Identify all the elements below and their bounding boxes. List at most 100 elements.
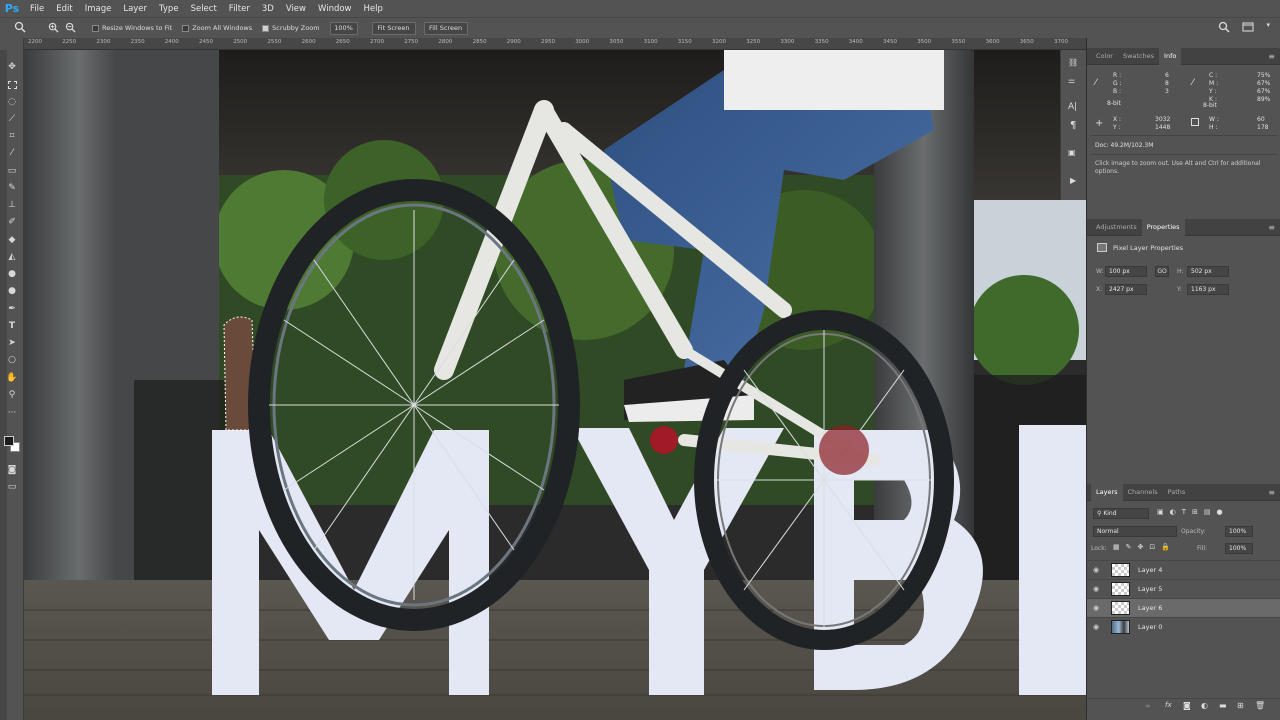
- healing-tool-icon[interactable]: ▭: [5, 164, 19, 178]
- more-tools-icon[interactable]: ···: [5, 406, 19, 420]
- quick-select-tool-icon[interactable]: ⟋: [5, 112, 19, 126]
- fill-screen-button[interactable]: Fill Screen: [423, 21, 468, 35]
- dodge-tool-icon[interactable]: ●: [5, 284, 19, 298]
- layer-row[interactable]: ◉ Layer 6: [1087, 598, 1280, 617]
- hand-tool-icon[interactable]: ✋: [5, 371, 19, 385]
- tab-properties[interactable]: Properties: [1141, 218, 1185, 236]
- menu-type[interactable]: Type: [153, 4, 185, 14]
- prop-height-field[interactable]: 502 px: [1187, 266, 1229, 277]
- menu-view[interactable]: View: [280, 4, 312, 14]
- eye-icon[interactable]: ◉: [1087, 623, 1105, 631]
- resize-windows-checkbox[interactable]: Resize Windows to Fit: [92, 24, 172, 32]
- group-icon[interactable]: ▬: [1219, 701, 1227, 710]
- fit-screen-button[interactable]: Fit Screen: [371, 21, 416, 35]
- tab-paths[interactable]: Paths: [1163, 484, 1191, 501]
- foreground-color-swatch[interactable]: [4, 436, 14, 446]
- eye-icon[interactable]: ◉: [1087, 604, 1105, 612]
- new-layer-icon[interactable]: ⊞: [1237, 701, 1244, 710]
- menu-help[interactable]: Help: [358, 4, 389, 14]
- zoom-in-icon[interactable]: [48, 22, 59, 35]
- crop-tool-icon[interactable]: ⌗: [5, 129, 19, 143]
- brush-tool-icon[interactable]: ✎: [5, 181, 19, 195]
- screen-mode-icon[interactable]: ▭: [5, 480, 19, 494]
- menu-layer[interactable]: Layer: [117, 4, 153, 14]
- prop-y-field[interactable]: 1163 px: [1187, 284, 1229, 295]
- character-icon[interactable]: A|: [1068, 102, 1077, 112]
- prop-y-label: Y:: [1177, 286, 1182, 293]
- layer-row[interactable]: ◉ Layer 4: [1087, 560, 1280, 579]
- menu-image[interactable]: Image: [79, 4, 118, 14]
- tab-info[interactable]: Info: [1159, 47, 1182, 65]
- layer-row[interactable]: ◉ Layer 5: [1087, 579, 1280, 598]
- lock-icons[interactable]: ▦✎✥⊡🔒: [1113, 543, 1176, 551]
- eyedropper-icon: ⁄: [1192, 78, 1194, 88]
- tab-adjustments[interactable]: Adjustments: [1091, 219, 1142, 236]
- paragraph-icon[interactable]: ¶: [1070, 120, 1076, 131]
- document-canvas[interactable]: [24, 50, 1086, 720]
- panel-menu-icon[interactable]: ≡: [1268, 52, 1275, 61]
- prop-width-field[interactable]: 100 px: [1105, 266, 1147, 277]
- history-brush-icon[interactable]: ✐: [5, 215, 19, 229]
- ruler-tick-label: 3200: [712, 39, 726, 45]
- info-w-label: W :: [1209, 116, 1219, 123]
- search-icon[interactable]: [1218, 21, 1231, 35]
- info-b-value: 3: [1165, 88, 1169, 95]
- blur-tool-icon[interactable]: ●: [5, 267, 19, 281]
- lasso-tool-icon[interactable]: ◌: [5, 95, 19, 109]
- zoom-out-icon[interactable]: [65, 22, 76, 35]
- menu-filter[interactable]: Filter: [223, 4, 256, 14]
- paint-bucket-icon[interactable]: ◭: [5, 250, 19, 264]
- zoom-tool-icon[interactable]: ⚲: [5, 388, 19, 402]
- path-select-icon[interactable]: ➤: [5, 336, 19, 350]
- workspace-icon[interactable]: [1242, 21, 1254, 35]
- tab-swatches[interactable]: Swatches: [1118, 48, 1159, 65]
- link-icon[interactable]: GO: [1155, 266, 1169, 277]
- move-tool-icon[interactable]: ✥: [5, 60, 19, 74]
- mask-icon[interactable]: ◙: [1183, 701, 1191, 710]
- menu-file[interactable]: File: [24, 4, 50, 14]
- opacity-field[interactable]: 100%: [1225, 526, 1253, 537]
- adjustment-layer-icon[interactable]: ◐: [1201, 701, 1208, 710]
- zoom-all-windows-checkbox[interactable]: Zoom All Windows: [182, 24, 252, 32]
- eyedropper-tool-icon[interactable]: ⁄: [5, 146, 19, 160]
- quick-mask-icon[interactable]: ◙: [5, 463, 19, 477]
- adjust-icon[interactable]: ⚌: [1068, 76, 1075, 85]
- zoom-percent-field[interactable]: 100%: [329, 21, 358, 35]
- info-h-label: H :: [1209, 124, 1218, 131]
- layer-kind-filter[interactable]: ⚲ Kind: [1093, 508, 1149, 519]
- zoom-icon[interactable]: [14, 21, 26, 35]
- fill-field[interactable]: 100%: [1225, 543, 1253, 554]
- ruler-tick-label: 2700: [370, 39, 384, 45]
- eye-icon[interactable]: ◉: [1087, 585, 1105, 593]
- chevron-down-icon[interactable]: ▾: [1266, 21, 1270, 35]
- tab-layers[interactable]: Layers: [1091, 483, 1123, 501]
- pen-tool-icon[interactable]: ✒: [5, 302, 19, 316]
- layer-row[interactable]: ◉ Layer 0: [1087, 617, 1280, 636]
- menu-window[interactable]: Window: [312, 4, 358, 14]
- fx-icon[interactable]: fx: [1165, 701, 1172, 709]
- scrubby-zoom-checkbox[interactable]: Scrubby Zoom: [262, 24, 320, 32]
- trash-icon[interactable]: 🗑: [1255, 701, 1265, 710]
- menu-3d[interactable]: 3D: [256, 4, 280, 14]
- ruler-tick-label: 3400: [848, 39, 863, 45]
- prop-x-field[interactable]: 2427 px: [1105, 284, 1147, 295]
- ruler-tick-label: 2800: [438, 39, 453, 45]
- marquee-tool-icon[interactable]: [5, 78, 19, 92]
- play-icon[interactable]: ▶: [1070, 176, 1076, 185]
- link-layers-icon[interactable]: ∞: [1145, 702, 1151, 710]
- panel-menu-icon[interactable]: ≡: [1268, 488, 1275, 497]
- menu-select[interactable]: Select: [185, 4, 223, 14]
- shape-tool-icon[interactable]: ○: [5, 353, 19, 367]
- blend-mode-select[interactable]: Normal: [1093, 526, 1177, 537]
- tool-preset-icon[interactable]: ▣: [1068, 148, 1076, 157]
- eraser-tool-icon[interactable]: ◆: [5, 233, 19, 247]
- history-icon[interactable]: ⛓: [1068, 58, 1078, 67]
- stamp-tool-icon[interactable]: ⊥: [5, 198, 19, 212]
- fill-label: Fill:: [1197, 545, 1208, 552]
- tab-color[interactable]: Color: [1091, 48, 1118, 65]
- tab-channels[interactable]: Channels: [1123, 484, 1163, 501]
- type-tool-icon[interactable]: T: [5, 319, 19, 333]
- eye-icon[interactable]: ◉: [1087, 566, 1105, 574]
- menu-edit[interactable]: Edit: [50, 4, 78, 14]
- panel-menu-icon[interactable]: ≡: [1268, 223, 1275, 232]
